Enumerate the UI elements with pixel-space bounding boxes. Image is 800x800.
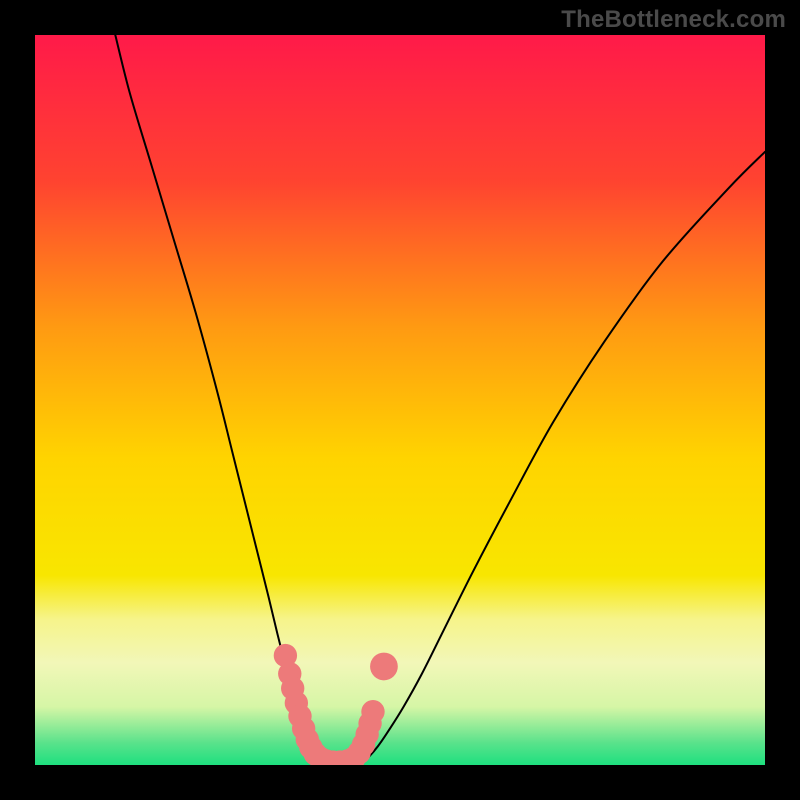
chart-stage: TheBottleneck.com (0, 0, 800, 800)
bottleneck-chart (0, 0, 800, 800)
valley-marker (370, 653, 398, 681)
valley-marker (361, 700, 384, 723)
